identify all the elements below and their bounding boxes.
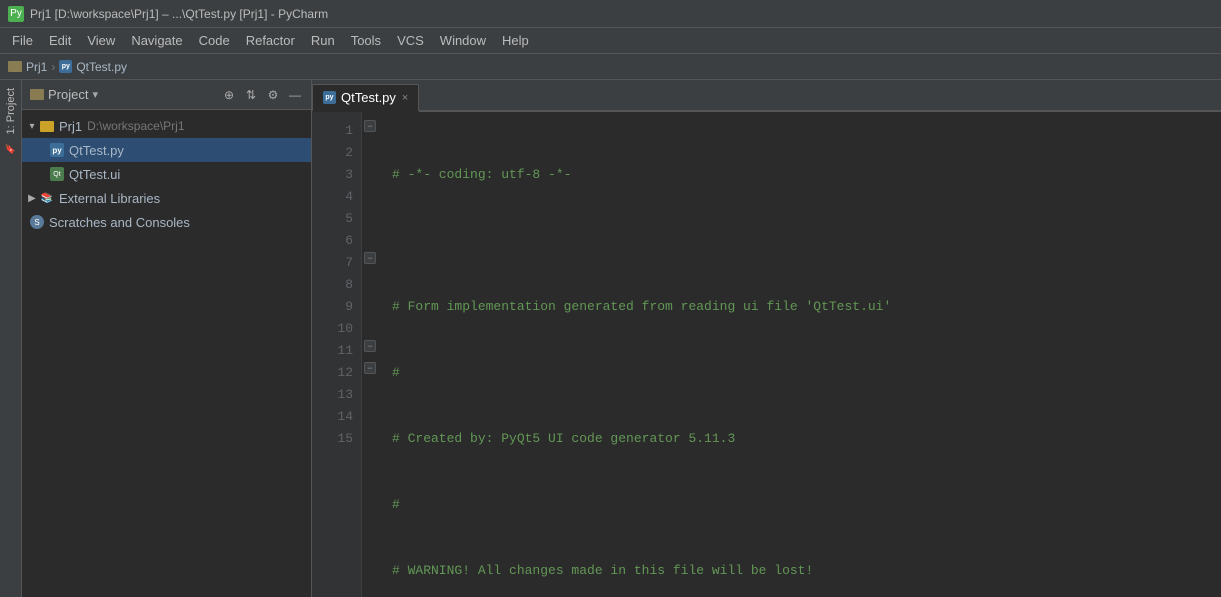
breadcrumb-bar: Prj1 › py QtTest.py [0,54,1221,80]
scratches-icon: S [30,215,44,229]
menu-view[interactable]: View [79,31,123,50]
tab-label: QtTest.py [341,90,396,105]
prj1-folder-icon [40,121,54,132]
panel-title-text: Project [48,87,88,102]
panel-folder-icon [30,89,44,100]
panel-title: Project ▾ [30,87,221,103]
panel-locate-icon[interactable]: ⊕ [221,87,237,103]
qttest-py-label: QtTest.py [69,143,124,158]
tree-item-qttest-py[interactable]: py QtTest.py [22,138,311,162]
line-numbers: 1 2 3 4 5 6 7 8 9 10 11 12 13 14 15 [312,112,362,597]
tab-file-icon: py [323,91,336,104]
code-line-4: # [392,362,1209,384]
line-num-6: 6 [312,230,361,252]
qttest-ui-label: QtTest.ui [69,167,120,182]
menu-window[interactable]: Window [432,31,494,50]
line-num-5: 5 [312,208,361,230]
panel-dropdown-icon[interactable]: ▾ [92,88,98,101]
line-num-10: 10 [312,318,361,340]
code-line-3: # Form implementation generated from rea… [392,296,1209,318]
fold-marker-7[interactable]: − [364,252,376,264]
breadcrumb-project[interactable]: Prj1 [26,60,47,74]
window-title: Prj1 [D:\workspace\Prj1] – ...\QtTest.py… [30,7,328,21]
project-tree: ▾ Prj1 D:\workspace\Prj1 py QtTest.py Qt… [22,110,311,597]
project-panel: Project ▾ ⊕ ⇅ ⚙ — ▾ Prj1 D:\workspace\Pr… [22,80,312,597]
menu-refactor[interactable]: Refactor [238,31,303,50]
tab-bar: py QtTest.py × [312,80,1221,112]
panel-toolbar: ⊕ ⇅ ⚙ — [221,87,303,103]
prj1-path: D:\workspace\Prj1 [87,119,184,133]
line-num-1: 1 [312,120,361,142]
menu-edit[interactable]: Edit [41,31,79,50]
line-num-13: 13 [312,384,361,406]
project-panel-toggle[interactable]: 1: Project [5,84,17,138]
menu-vcs[interactable]: VCS [389,31,432,50]
menu-navigate[interactable]: Navigate [123,31,190,50]
panel-scroll-icon[interactable]: ⇅ [243,87,259,103]
prj1-label: Prj1 [59,119,82,134]
menu-help[interactable]: Help [494,31,537,50]
line-num-4: 4 [312,186,361,208]
panel-settings-icon[interactable]: ⚙ [265,87,281,103]
breadcrumb-file[interactable]: QtTest.py [76,60,127,74]
side-strip: 1: Project 🔖 [0,80,22,597]
code-line-7: # WARNING! All changes made in this file… [392,560,1209,582]
code-line-2 [392,230,1209,252]
breadcrumb-separator: › [51,60,55,74]
ui-file-icon: Qt [50,167,64,181]
tree-item-external-libraries[interactable]: ▶ 📚 External Libraries [22,186,311,210]
line-num-12: 12 [312,362,361,384]
line-num-2: 2 [312,142,361,164]
menu-tools[interactable]: Tools [343,31,389,50]
line-num-15: 15 [312,428,361,450]
bookmarks-icon[interactable]: 🔖 [3,141,19,157]
tree-item-qttest-ui[interactable]: Qt QtTest.ui [22,162,311,186]
tree-item-prj1[interactable]: ▾ Prj1 D:\workspace\Prj1 [22,114,311,138]
external-libraries-label: External Libraries [59,191,160,206]
fold-marker-11[interactable]: − [364,340,376,352]
app-icon: Py [8,6,24,22]
fold-marker-1[interactable]: − [364,120,376,132]
code-content[interactable]: # -*- coding: utf-8 -*- # Form implement… [380,112,1221,597]
line-num-3: 3 [312,164,361,186]
tree-arrow-prj1: ▾ [26,120,38,132]
menu-bar: File Edit View Navigate Code Refactor Ru… [0,28,1221,54]
editor-area: py QtTest.py × 1 2 3 4 5 6 7 8 9 10 11 1… [312,80,1221,597]
code-line-6: # [392,494,1209,516]
scratches-label: Scratches and Consoles [49,215,190,230]
code-line-1: # -*- coding: utf-8 -*- [392,164,1209,186]
menu-run[interactable]: Run [303,31,343,50]
breadcrumb-file-icon: py [59,60,72,73]
tree-arrow-ext: ▶ [26,192,38,204]
menu-code[interactable]: Code [191,31,238,50]
py-file-icon: py [50,143,64,157]
editor-tab-qttest-py[interactable]: py QtTest.py × [312,84,419,112]
code-gutter: − − − − [362,112,380,597]
title-bar: Py Prj1 [D:\workspace\Prj1] – ...\QtTest… [0,0,1221,28]
ext-libraries-icon: 📚 [40,191,54,205]
line-num-8: 8 [312,274,361,296]
line-num-14: 14 [312,406,361,428]
code-line-5: # Created by: PyQt5 UI code generator 5.… [392,428,1209,450]
menu-file[interactable]: File [4,31,41,50]
project-panel-header: Project ▾ ⊕ ⇅ ⚙ — [22,80,311,110]
line-num-7: 7 [312,252,361,274]
fold-marker-12[interactable]: − [364,362,376,374]
main-layout: 1: Project 🔖 Project ▾ ⊕ ⇅ ⚙ — ▾ [0,80,1221,597]
line-num-9: 9 [312,296,361,318]
tree-item-scratches[interactable]: S Scratches and Consoles [22,210,311,234]
line-num-11: 11 [312,340,361,362]
code-editor[interactable]: 1 2 3 4 5 6 7 8 9 10 11 12 13 14 15 − − … [312,112,1221,597]
breadcrumb-folder-icon [8,61,22,72]
panel-minimize-icon[interactable]: — [287,87,303,103]
tab-close-button[interactable]: × [402,92,408,104]
